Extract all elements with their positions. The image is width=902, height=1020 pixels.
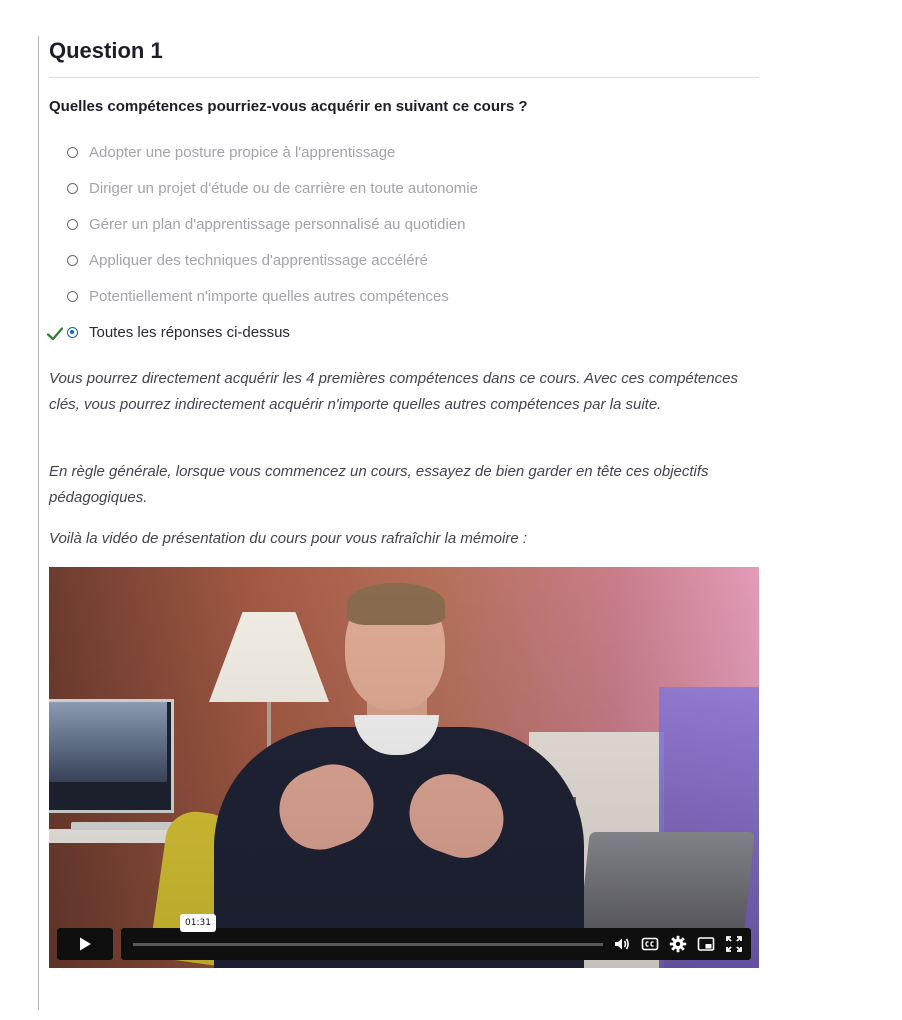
radio-button[interactable]	[67, 147, 78, 158]
answer-option-label: Potentiellement n'importe quelles autres…	[89, 288, 449, 305]
play-icon	[80, 937, 91, 951]
radio-button[interactable]	[67, 219, 78, 230]
radio-button[interactable]	[67, 183, 78, 194]
answer-option-label: Diriger un projet d'étude ou de carrière…	[89, 180, 478, 197]
question-prompt: Quelles compétences pourriez-vous acquér…	[49, 98, 528, 115]
video-frame-shade	[49, 567, 759, 968]
radio-button-selected[interactable]	[67, 327, 78, 338]
answer-option[interactable]: Appliquer des techniques d'apprentissage…	[47, 244, 767, 280]
feedback-paragraph: En règle générale, lorsque vous commence…	[49, 463, 709, 506]
picture-in-picture-icon[interactable]	[697, 935, 715, 953]
captions-icon[interactable]	[641, 935, 659, 953]
answer-option[interactable]: Diriger un projet d'étude ou de carrière…	[47, 172, 767, 208]
video-player[interactable]: 01:31	[49, 567, 759, 968]
question-title: Question 1	[49, 38, 163, 63]
seek-bar[interactable]	[133, 943, 603, 946]
video-controls: 01:31	[57, 914, 751, 960]
answer-option-label: Toutes les réponses ci-dessus	[89, 324, 290, 341]
volume-icon[interactable]	[613, 935, 631, 953]
control-bar: 01:31	[121, 914, 751, 960]
answer-option-label: Gérer un plan d'apprentissage personnali…	[89, 216, 466, 233]
answer-option[interactable]: Gérer un plan d'apprentissage personnali…	[47, 208, 767, 244]
hover-time-tooltip: 01:31	[180, 914, 216, 932]
radio-button[interactable]	[67, 255, 78, 266]
title-divider	[49, 77, 759, 78]
answer-option[interactable]: Adopter une posture propice à l'apprenti…	[47, 136, 767, 172]
radio-button[interactable]	[67, 291, 78, 302]
feedback-paragraph: Voilà la vidéo de présentation du cours …	[49, 530, 528, 547]
left-border	[38, 36, 39, 1010]
checkmark-icon	[46, 325, 64, 343]
answer-option-label: Appliquer des techniques d'apprentissage…	[89, 252, 428, 269]
answer-options: Adopter une posture propice à l'apprenti…	[46, 136, 767, 352]
settings-icon[interactable]	[669, 935, 687, 953]
fullscreen-icon[interactable]	[725, 935, 743, 953]
answer-option-correct[interactable]: Toutes les réponses ci-dessus	[46, 316, 767, 352]
answer-option-label: Adopter une posture propice à l'apprenti…	[89, 144, 396, 161]
play-button[interactable]	[57, 928, 113, 960]
answer-option[interactable]: Potentiellement n'importe quelles autres…	[47, 280, 767, 316]
feedback-paragraph: Vous pourrez directement acquérir les 4 …	[49, 370, 738, 413]
